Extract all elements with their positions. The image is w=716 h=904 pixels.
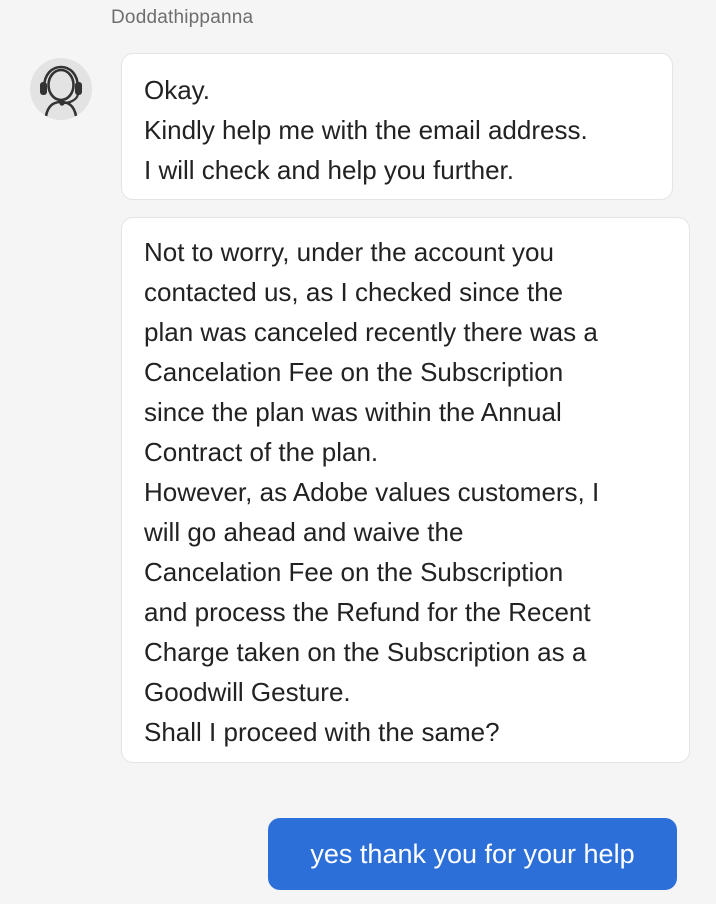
message-line: Kindly help me with the email address. [144,115,588,145]
message-line: Cancelation Fee on the Subscription [144,557,564,587]
message-line: Goodwill Gesture. [144,677,351,707]
message-line: Charge taken on the Subscription as a [144,637,587,667]
message-line: contacted us, as I checked since the [144,277,564,307]
agent-name: Doddathippanna [111,7,254,28]
agent-avatar [30,58,92,120]
user-message-text: yes thank you for your help [310,838,635,869]
message-line: will go ahead and waive the [144,517,464,547]
message-line: since the plan was within the Annual [144,397,562,427]
message-line: and process the Refund for the Recent [144,597,591,627]
message-line: plan was canceled recently there was a [144,317,598,347]
message-line: I will check and help you further. [144,155,514,185]
message-line: Okay. [144,75,210,105]
message-line: However, as Adobe values customers, I [144,477,600,507]
agent-message-bubble: Okay. Kindly help me with the email addr… [121,53,673,200]
message-line: Cancelation Fee on the Subscription [144,357,564,387]
message-line: Shall I proceed with the same? [144,717,500,747]
message-line: Contract of the plan. [144,437,379,467]
message-line: Not to worry, under the account you [144,237,554,267]
agent-message-bubble: Not to worry, under the account you cont… [121,217,690,763]
user-message-bubble: yes thank you for your help [268,818,677,890]
headset-icon [40,65,82,117]
